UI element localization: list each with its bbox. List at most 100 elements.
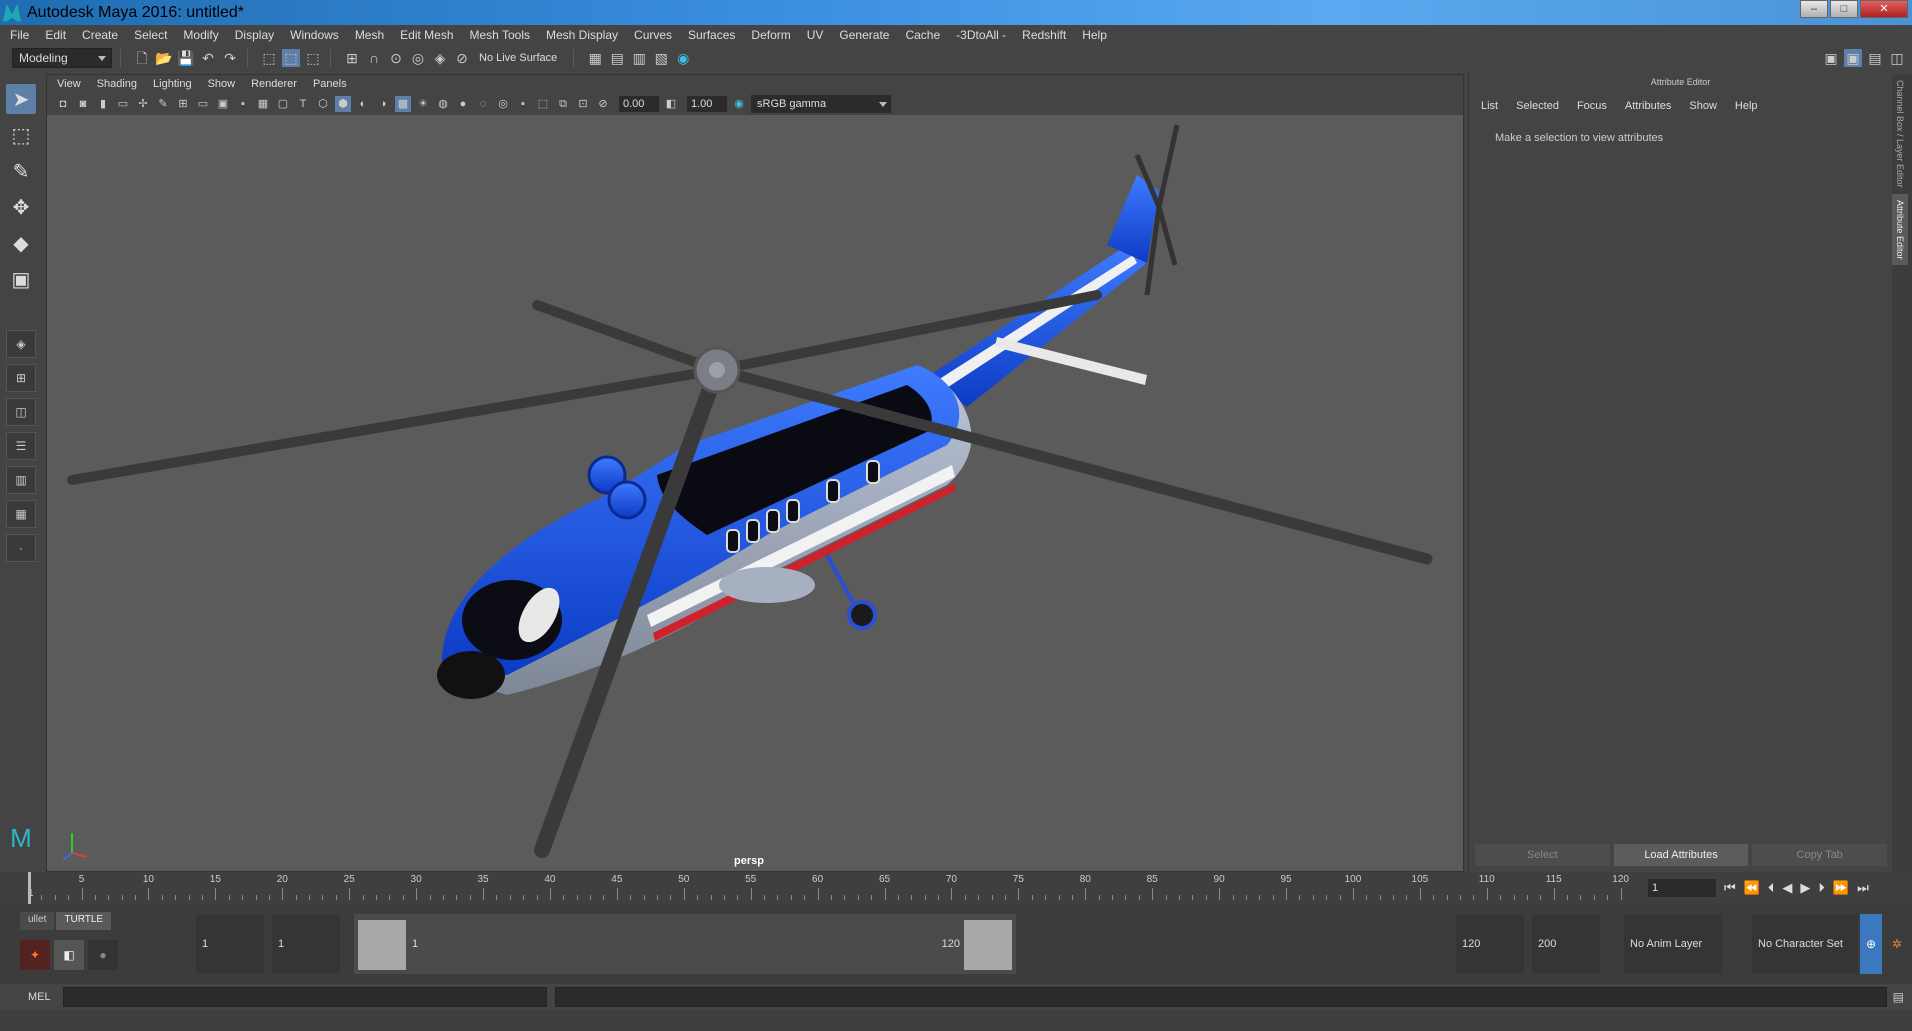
step-forward-frame-icon[interactable]: ⏵ — [1818, 880, 1825, 896]
play-forwards-icon[interactable]: ▶ — [1800, 880, 1810, 896]
grease-pencil-icon[interactable]: ✎ — [155, 96, 171, 112]
ae-menu-list[interactable]: List — [1481, 100, 1498, 112]
grid-icon[interactable]: ⊞ — [175, 96, 191, 112]
menu-redshift[interactable]: Redshift — [1022, 28, 1066, 42]
gate-mask-icon[interactable]: ▪ — [235, 96, 251, 112]
menu-help[interactable]: Help — [1082, 28, 1107, 42]
menu-mesh[interactable]: Mesh — [355, 28, 384, 42]
gamma-icon[interactable]: ◧ — [663, 96, 679, 112]
current-frame-marker[interactable] — [28, 872, 31, 904]
menu-windows[interactable]: Windows — [290, 28, 339, 42]
ae-menu-show[interactable]: Show — [1689, 100, 1717, 112]
wireframe-icon[interactable]: ⬡ — [315, 96, 331, 112]
2d-pan-icon[interactable]: ✢ — [135, 96, 151, 112]
ae-menu-selected[interactable]: Selected — [1516, 100, 1559, 112]
color-space-dropdown[interactable]: sRGB gamma — [751, 95, 891, 113]
make-live-icon[interactable]: ⊘ — [453, 49, 471, 67]
range-slider[interactable]: 1 120 — [354, 914, 1016, 974]
lasso-tool-icon[interactable]: ⬚ — [6, 120, 36, 150]
menu-edit-mesh[interactable]: Edit Mesh — [400, 28, 453, 42]
viewport-menu-lighting[interactable]: Lighting — [153, 78, 192, 90]
shadows-icon[interactable]: ◍ — [435, 96, 451, 112]
ipr-render-icon[interactable]: ▤ — [608, 49, 626, 67]
menu-deform[interactable]: Deform — [751, 28, 790, 42]
layout-two-icon[interactable]: ◫ — [6, 398, 36, 426]
save-scene-icon[interactable]: 💾 — [177, 49, 195, 67]
auto-key-icon[interactable]: ⊕ — [1860, 914, 1882, 974]
mode-dropdown[interactable]: Modeling — [12, 48, 112, 68]
field-chart-icon[interactable]: ▦ — [255, 96, 271, 112]
playback-end-field[interactable]: 120 — [1456, 914, 1524, 974]
go-to-end-icon[interactable]: ⏭ — [1857, 880, 1869, 896]
ae-menu-help[interactable]: Help — [1735, 100, 1758, 112]
resolution-gate-icon[interactable]: ▣ — [215, 96, 231, 112]
current-frame-field[interactable]: 1 — [1648, 879, 1716, 897]
safe-action-icon[interactable]: ▢ — [275, 96, 291, 112]
menu-select[interactable]: Select — [134, 28, 167, 42]
exposure-field[interactable]: 0.00 — [619, 96, 659, 112]
film-gate-icon[interactable]: ▭ — [195, 96, 211, 112]
bookmark-icon[interactable]: ▮ — [95, 96, 111, 112]
copy-tab-button[interactable]: Copy Tab — [1752, 844, 1888, 866]
viewport-menu-shading[interactable]: Shading — [97, 78, 137, 90]
xray-active-icon[interactable]: ⧉ — [555, 96, 571, 112]
layout-icon[interactable]: ◫ — [1888, 49, 1906, 67]
open-scene-icon[interactable]: 📂 — [155, 49, 173, 67]
textured-icon[interactable]: ◑ — [375, 96, 391, 112]
wireframe-on-shaded-icon[interactable]: ◐ — [355, 96, 371, 112]
tab-attribute-editor[interactable]: Attribute Editor — [1892, 193, 1908, 266]
menu-curves[interactable]: Curves — [634, 28, 672, 42]
helicopter-model[interactable] — [47, 115, 1465, 873]
select-tool-icon[interactable]: ➤ — [6, 84, 36, 114]
redo-icon[interactable]: ↷ — [221, 49, 239, 67]
gamma-field[interactable]: 1.00 — [687, 96, 727, 112]
viewport-menu-view[interactable]: View — [57, 78, 81, 90]
menu-mesh-display[interactable]: Mesh Display — [546, 28, 618, 42]
character-set-dropdown[interactable]: No Character Set — [1752, 914, 1858, 974]
step-back-frame-icon[interactable]: ⏴ — [1768, 880, 1775, 896]
play-backwards-icon[interactable]: ◀ — [1782, 880, 1792, 896]
viewport-scene[interactable]: persp — [47, 115, 1465, 873]
rotate-tool-icon[interactable]: ◆ — [6, 228, 36, 258]
select-object-icon[interactable]: ⬚ — [282, 49, 300, 67]
menu-cache[interactable]: Cache — [905, 28, 940, 42]
select-hierarchy-icon[interactable]: ⬚ — [260, 49, 278, 67]
perspective-viewport[interactable]: View Shading Lighting Show Renderer Pane… — [46, 74, 1464, 872]
hypershade-icon[interactable]: ▧ — [652, 49, 670, 67]
layout-expand-icon[interactable]: · — [6, 534, 36, 562]
color-management-icon[interactable]: ◉ — [731, 96, 747, 112]
end-time-field[interactable]: 200 — [1532, 914, 1600, 974]
menu-mesh-tools[interactable]: Mesh Tools — [470, 28, 530, 42]
step-back-key-icon[interactable]: ⏪ — [1744, 880, 1760, 896]
turtle-sphere-icon[interactable]: ● — [88, 940, 118, 970]
viewport-menu-show[interactable]: Show — [208, 78, 236, 90]
render-settings-icon[interactable]: ▥ — [630, 49, 648, 67]
camera-attr-icon[interactable]: ◙ — [75, 96, 91, 112]
menu-modify[interactable]: Modify — [183, 28, 218, 42]
select-component-icon[interactable]: ⬚ — [304, 49, 322, 67]
viewport-menu-panels[interactable]: Panels — [313, 78, 347, 90]
undo-icon[interactable]: ↶ — [199, 49, 217, 67]
camera-icon[interactable]: ◘ — [55, 96, 71, 112]
menu-uv[interactable]: UV — [807, 28, 824, 42]
menu-file[interactable]: File — [10, 28, 29, 42]
go-to-start-icon[interactable]: ⏮ — [1724, 880, 1736, 896]
render-view-icon[interactable]: ◉ — [674, 49, 692, 67]
menu-3dtoall[interactable]: -3DtoAll - — [956, 28, 1006, 42]
shelf-tab-bullet[interactable]: ullet — [20, 912, 55, 930]
maximize-button[interactable]: □ — [1830, 0, 1858, 18]
menu-surfaces[interactable]: Surfaces — [688, 28, 735, 42]
move-tool-icon[interactable]: ✥ — [6, 192, 36, 222]
ssao-icon[interactable]: ● — [455, 96, 471, 112]
xray-joints-icon[interactable]: ⬚ — [535, 96, 551, 112]
time-slider-ruler[interactable]: 1510152025303540455055606570758085909510… — [28, 872, 1634, 904]
snap-grid-icon[interactable]: ⊞ — [343, 49, 361, 67]
hud-icon[interactable]: ⊡ — [575, 96, 591, 112]
exposure-icon[interactable]: ⊘ — [595, 96, 611, 112]
turtle-render-icon[interactable]: ✦ — [20, 940, 50, 970]
maya-home-icon[interactable]: M — [6, 824, 36, 852]
snap-curve-icon[interactable]: ∩ — [365, 49, 383, 67]
select-button[interactable]: Select — [1475, 844, 1610, 866]
scale-tool-icon[interactable]: ▣ — [6, 264, 36, 294]
snap-surface-icon[interactable]: ◎ — [409, 49, 427, 67]
